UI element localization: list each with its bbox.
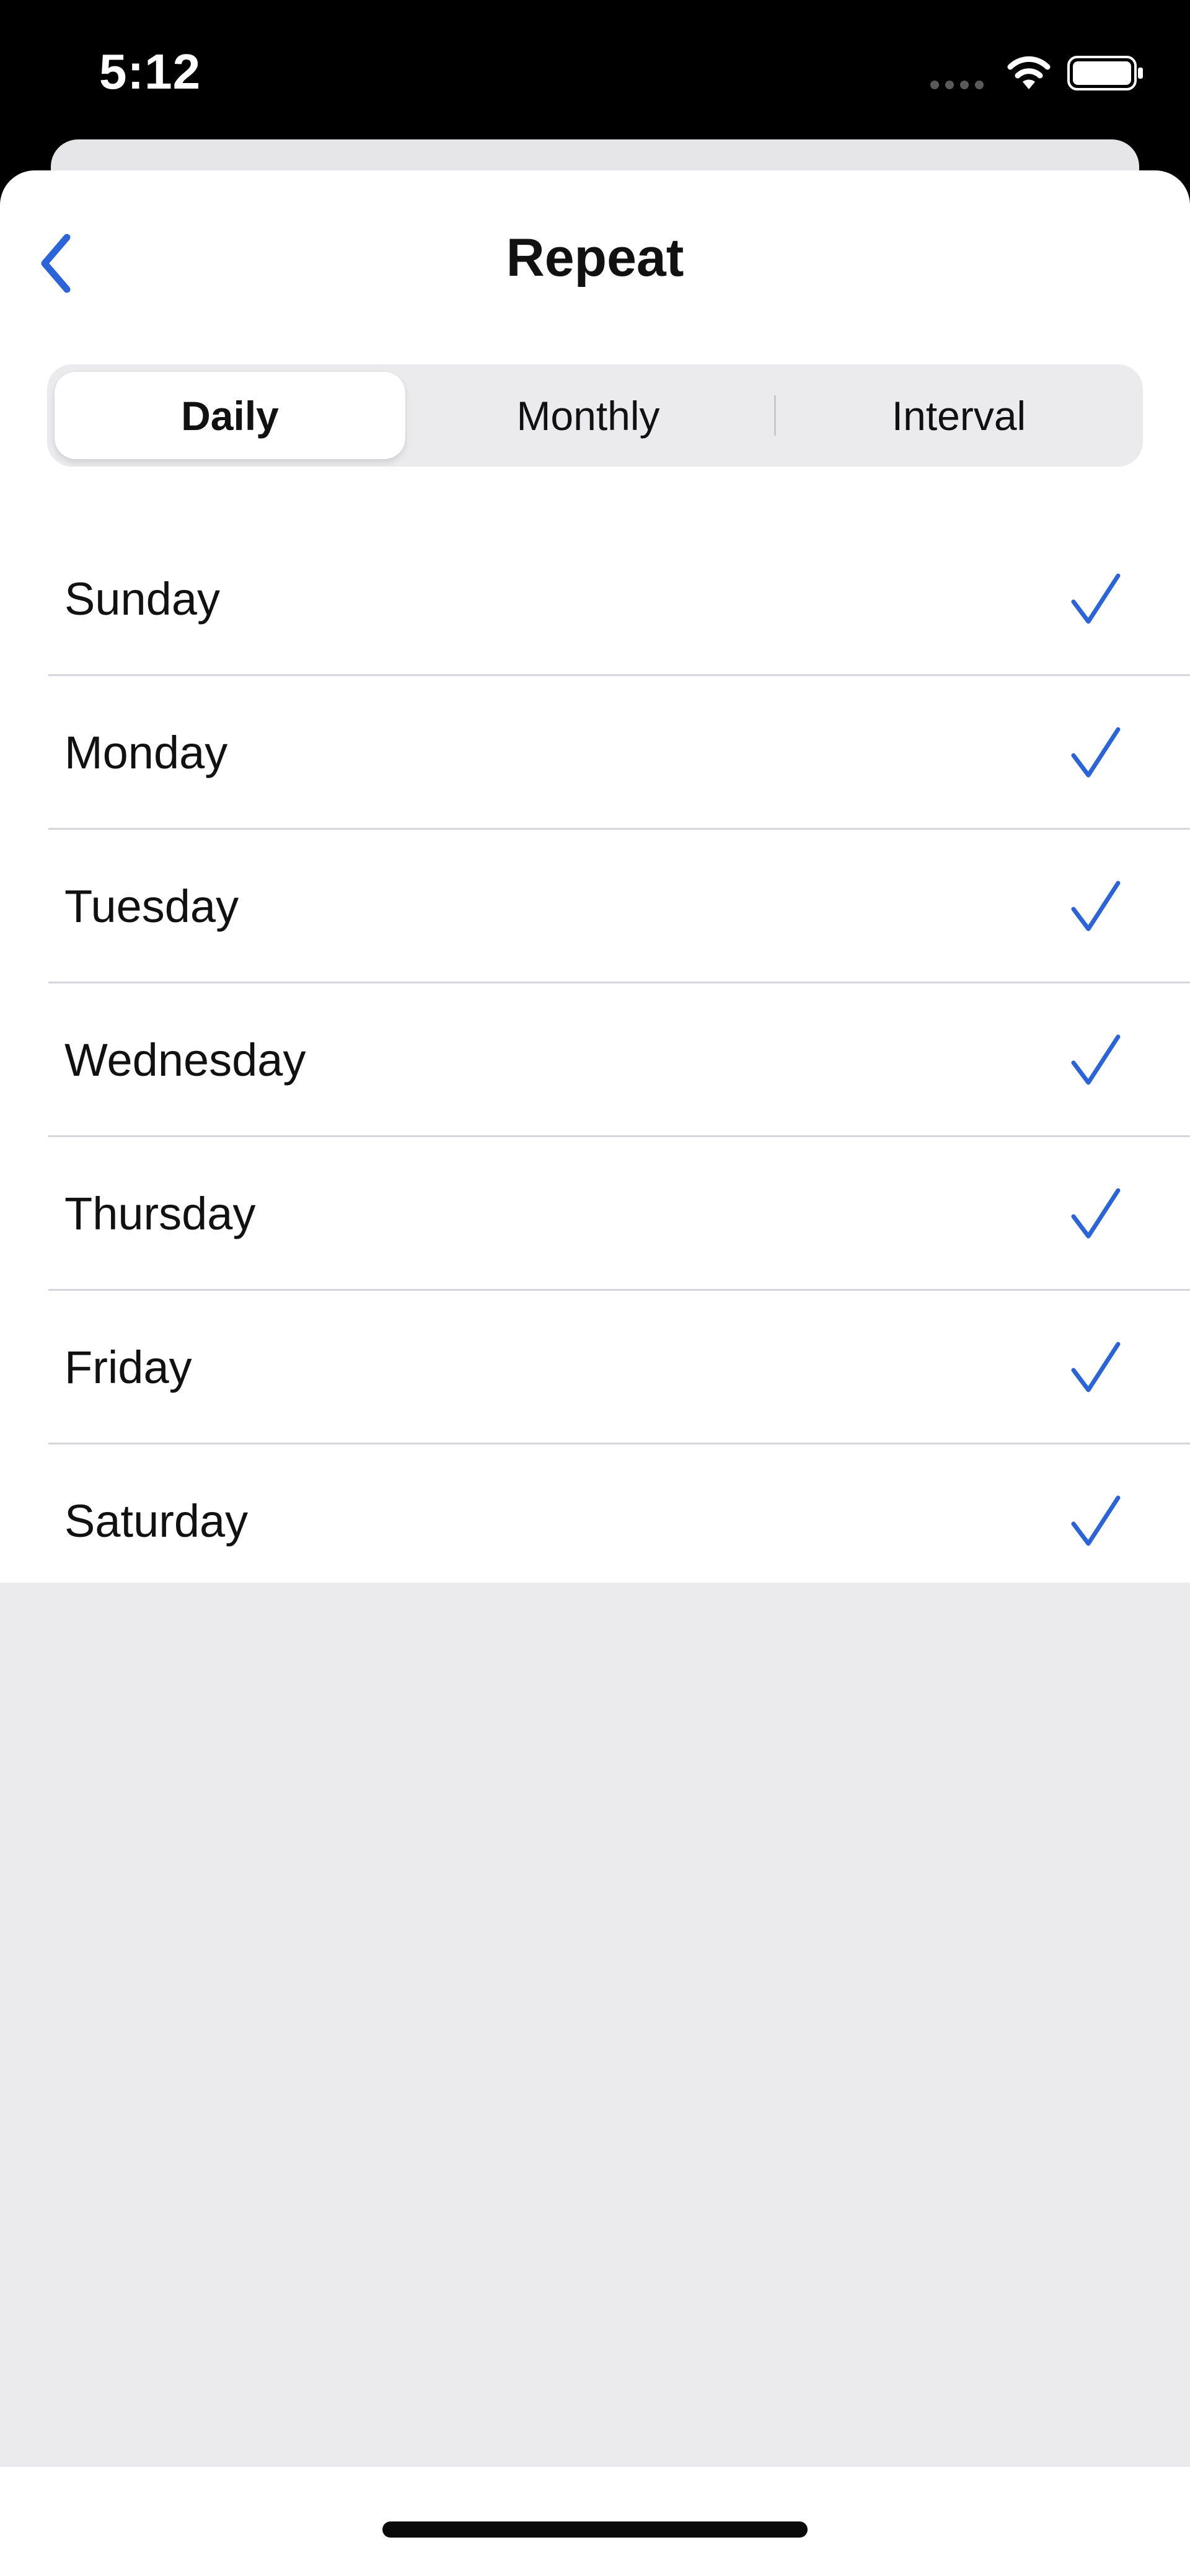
day-label: Wednesday <box>64 1034 306 1086</box>
day-label: Tuesday <box>64 881 239 932</box>
repeat-sheet: Repeat Daily Monthly Interval Sunday Mon… <box>0 170 1190 2576</box>
segment-interval[interactable]: Interval <box>776 364 1142 467</box>
checkmark-icon <box>1071 881 1121 931</box>
segment-monthly[interactable]: Monthly <box>405 364 771 467</box>
day-list: Sunday Monday Tuesday Wednesday Thursday… <box>0 522 1190 1598</box>
wifi-icon <box>1007 56 1051 89</box>
checkmark-icon <box>1071 1034 1121 1085</box>
day-row-monday[interactable]: Monday <box>0 676 1190 830</box>
navigation-bar: Repeat <box>0 170 1190 350</box>
day-label: Sunday <box>64 573 220 625</box>
day-row-friday[interactable]: Friday <box>0 1291 1190 1444</box>
checkmark-icon <box>1071 1495 1121 1546</box>
repeat-mode-segmented-control: Daily Monthly Interval <box>47 364 1143 467</box>
status-bar: 5:12 <box>0 0 1190 143</box>
battery-icon <box>1067 56 1143 90</box>
checkmark-icon <box>1071 727 1121 778</box>
day-label: Friday <box>64 1342 192 1393</box>
day-label: Monday <box>64 727 228 778</box>
home-indicator[interactable] <box>382 2521 808 2538</box>
day-row-thursday[interactable]: Thursday <box>0 1137 1190 1291</box>
checkmark-icon <box>1071 1342 1121 1392</box>
day-row-sunday[interactable]: Sunday <box>0 522 1190 676</box>
status-time: 5:12 <box>99 44 201 99</box>
cellular-signal-icon <box>930 81 984 89</box>
page-title: Repeat <box>506 228 684 288</box>
segment-daily[interactable]: Daily <box>55 372 405 459</box>
day-label: Saturday <box>64 1495 249 1547</box>
checkmark-icon <box>1071 573 1121 624</box>
day-label: Thursday <box>64 1188 256 1239</box>
checkmark-icon <box>1071 1188 1121 1239</box>
day-row-tuesday[interactable]: Tuesday <box>0 830 1190 983</box>
day-row-wednesday[interactable]: Wednesday <box>0 983 1190 1137</box>
empty-background-area <box>0 1583 1190 2467</box>
day-row-saturday[interactable]: Saturday <box>0 1444 1190 1598</box>
